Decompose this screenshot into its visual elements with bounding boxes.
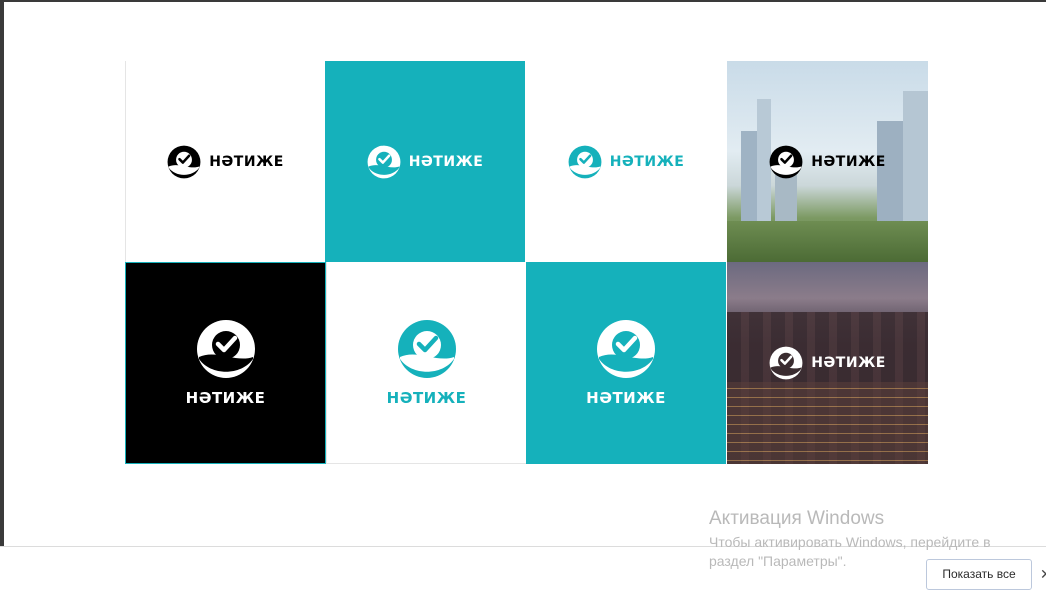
window-top-border: [0, 0, 1046, 2]
brand-emblem-icon: [367, 145, 401, 178]
logo-tile-teal: НӘТИЖЕ: [325, 61, 525, 262]
brand-emblem-icon: [167, 145, 201, 178]
brand-wordmark: НӘТИЖЕ: [408, 153, 484, 170]
brand-wordmark: НӘТИЖЕ: [811, 153, 886, 170]
logo-tile-black: НӘТИЖЕ: [125, 262, 326, 464]
brand-emblem-icon: [397, 319, 456, 378]
brand-emblem-icon: [597, 320, 655, 378]
brand-wordmark: НӘТИЖЕ: [185, 389, 266, 407]
logo-presentation-board: НӘТИЖЕ НӘТИЖЕ НӘТИЖЕ НӘТИЖЕ НӘТИЖЕ НӘТИЖ…: [125, 61, 928, 464]
logo-tile-white-vertical: НӘТИЖЕ: [326, 262, 526, 464]
window-left-border: [0, 0, 4, 548]
brand-emblem-icon: [568, 145, 602, 178]
logo-tile-white: НӘТИЖЕ: [125, 61, 325, 262]
brand-wordmark: НӘТИЖЕ: [609, 153, 685, 170]
activation-title: Активация Windows: [709, 508, 885, 529]
logo-tile-teal-vertical: НӘТИЖЕ: [526, 262, 726, 464]
brand-wordmark: НӘТИЖЕ: [586, 389, 666, 407]
logo-tile-city-night: НӘТИЖЕ: [727, 262, 928, 464]
logo-tile-city-day: НӘТИЖЕ: [727, 61, 928, 262]
close-icon[interactable]: ✕: [1040, 564, 1046, 584]
brand-wordmark: НӘТИЖЕ: [209, 153, 284, 170]
brand-emblem-icon: [769, 145, 803, 178]
brand-emblem-icon: [196, 320, 255, 378]
logo-tile-white-teal: НӘТИЖЕ: [526, 61, 726, 262]
brand-emblem-icon: [769, 346, 803, 380]
brand-wordmark: НӘТИЖЕ: [811, 355, 886, 371]
show-all-button[interactable]: Показать все: [926, 559, 1032, 590]
brand-wordmark: НӘТИЖЕ: [386, 388, 467, 407]
